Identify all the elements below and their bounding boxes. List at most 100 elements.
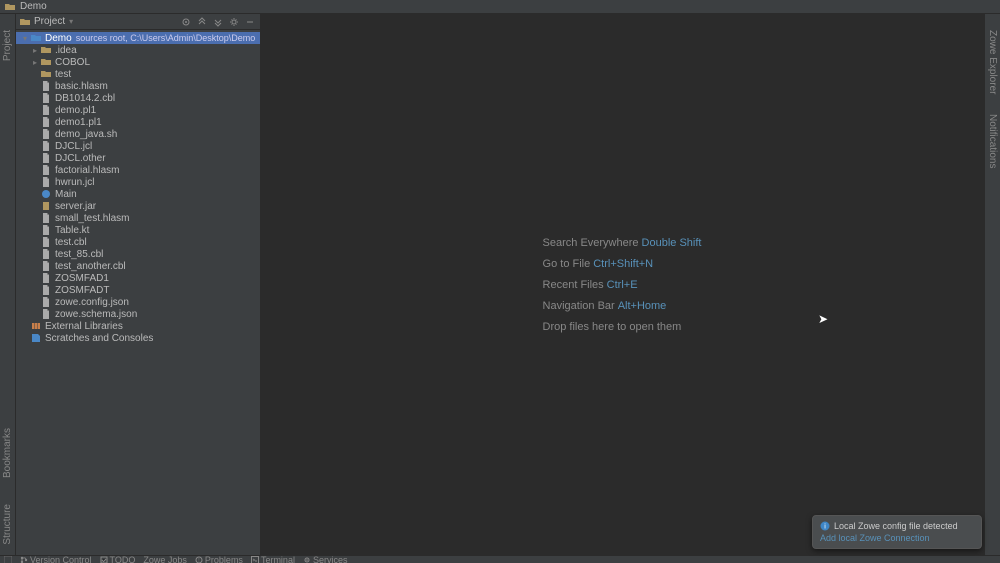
tree-file[interactable]: demo_java.sh [16, 128, 260, 140]
tree-file[interactable]: DB1014.2.cbl [16, 92, 260, 104]
tree-label: demo_java.sh [55, 129, 117, 140]
file-icon [40, 116, 52, 128]
file-icon [40, 212, 52, 224]
mouse-cursor-icon: ➤ [818, 312, 828, 326]
project-tool-label[interactable]: Project [34, 16, 65, 27]
window-titlebar: Demo [0, 0, 1000, 14]
tree-file[interactable]: DJCL.other [16, 152, 260, 164]
tree-label: server.jar [55, 201, 96, 212]
tree-file[interactable]: demo1.pl1 [16, 116, 260, 128]
file-icon [40, 308, 52, 320]
notification-popup: i Local Zowe config file detected Add lo… [812, 515, 982, 549]
status-terminal[interactable]: Terminal [251, 556, 295, 563]
file-icon [40, 296, 52, 308]
file-icon [40, 236, 52, 248]
status-zowe-jobs[interactable]: Zowe Jobs [143, 556, 187, 563]
tree-label: small_test.hlasm [55, 213, 129, 224]
file-icon [40, 260, 52, 272]
tree-file[interactable]: server.jar [16, 200, 260, 212]
notification-link[interactable]: Add local Zowe Connection [820, 533, 974, 543]
tree-scratches[interactable]: Scratches and Consoles [16, 332, 260, 344]
tree-label: Main [55, 189, 77, 200]
ribbon-notifications[interactable]: Notifications [987, 110, 998, 172]
tree-file[interactable]: ZOSMFADT [16, 284, 260, 296]
tree-label: test [55, 69, 71, 80]
tree-label: hwrun.jcl [55, 177, 94, 188]
expand-all-icon[interactable] [196, 16, 208, 28]
tree-folder-COBOL[interactable]: ▸ COBOL [16, 56, 260, 68]
tree-file[interactable]: test.cbl [16, 236, 260, 248]
tree-label: External Libraries [45, 321, 123, 332]
tree-file[interactable]: small_test.hlasm [16, 212, 260, 224]
tree-label: test_85.cbl [55, 249, 103, 260]
file-icon [40, 224, 52, 236]
tree-label: Demo [45, 33, 72, 44]
status-indicator-icon[interactable] [4, 556, 12, 563]
file-icon [40, 284, 52, 296]
status-version-control[interactable]: Version Control [20, 556, 92, 563]
status-todo[interactable]: TODO [100, 556, 136, 563]
project-tree[interactable]: ▾Demosources root, C:\Users\Admin\Deskto… [16, 14, 260, 555]
tree-file[interactable]: Main [16, 188, 260, 200]
tree-file[interactable]: test_85.cbl [16, 248, 260, 260]
file-icon [30, 32, 42, 44]
tree-file[interactable]: factorial.hlasm [16, 164, 260, 176]
svg-text:!: ! [198, 558, 199, 563]
tree-file[interactable]: test_another.cbl [16, 260, 260, 272]
tree-folder-idea[interactable]: ▸.idea [16, 44, 260, 56]
folder-icon [20, 17, 30, 27]
tree-arrow-icon[interactable]: ▸ [30, 46, 40, 55]
ribbon-project[interactable]: Project [2, 26, 13, 65]
file-icon [40, 68, 52, 80]
hide-tool-icon[interactable] [244, 16, 256, 28]
file-icon [40, 44, 52, 56]
ribbon-structure[interactable]: Structure [2, 500, 13, 549]
tree-file[interactable]: zowe.config.json [16, 296, 260, 308]
file-icon [40, 152, 52, 164]
hint-drop-files: Drop files here to open them [543, 321, 702, 333]
tree-file[interactable]: basic.hlasm [16, 80, 260, 92]
status-problems[interactable]: !Problems [195, 556, 243, 563]
tree-file[interactable]: zowe.schema.json [16, 308, 260, 320]
file-icon [40, 92, 52, 104]
ribbon-bookmarks[interactable]: Bookmarks [2, 424, 13, 482]
tree-label: demo1.pl1 [55, 117, 102, 128]
tree-file[interactable]: demo.pl1 [16, 104, 260, 116]
hint-go-to-file[interactable]: Go to FileCtrl+Shift+N [543, 258, 702, 270]
dropdown-chevron-icon[interactable]: ▾ [69, 17, 73, 26]
file-icon [40, 248, 52, 260]
tree-label: Scratches and Consoles [45, 333, 153, 344]
tree-root[interactable]: ▾Demosources root, C:\Users\Admin\Deskto… [16, 32, 260, 44]
collapse-all-icon[interactable] [212, 16, 224, 28]
file-icon [40, 56, 52, 68]
tree-file[interactable]: Table.kt [16, 224, 260, 236]
tree-external-libraries[interactable]: External Libraries [16, 320, 260, 332]
project-sidebar: ▾Demosources root, C:\Users\Admin\Deskto… [16, 14, 260, 555]
project-folder-icon [4, 1, 16, 13]
file-icon [40, 200, 52, 212]
tree-label: test.cbl [55, 237, 87, 248]
status-services[interactable]: Services [303, 556, 348, 563]
tree-label: test_another.cbl [55, 261, 126, 272]
tree-folder-test[interactable]: test [16, 68, 260, 80]
notification-title: Local Zowe config file detected [834, 521, 958, 531]
tree-file[interactable]: DJCL.jcl [16, 140, 260, 152]
tree-label: DJCL.other [55, 153, 106, 164]
settings-gear-icon[interactable] [228, 16, 240, 28]
right-tool-ribbon: Zowe Explorer Notifications [984, 14, 1000, 555]
hint-search-everywhere[interactable]: Search EverywhereDouble Shift [543, 237, 702, 249]
file-icon [40, 80, 52, 92]
hint-recent-files[interactable]: Recent FilesCtrl+E [543, 279, 702, 291]
status-bar: Version Control TODO Zowe Jobs !Problems… [0, 555, 1000, 563]
select-opened-file-icon[interactable] [180, 16, 192, 28]
tree-arrow-icon[interactable]: ▸ [30, 58, 40, 67]
hint-nav-bar[interactable]: Navigation BarAlt+Home [543, 300, 702, 312]
tree-file[interactable]: ZOSMFAD1 [16, 272, 260, 284]
tree-label: ZOSMFAD1 [55, 273, 109, 284]
ribbon-zowe-explorer[interactable]: Zowe Explorer [987, 26, 998, 98]
tree-label: COBOL [55, 57, 90, 68]
tree-arrow-icon[interactable]: ▾ [20, 34, 30, 43]
tree-label: DJCL.jcl [55, 141, 92, 152]
editor-area[interactable]: Search EverywhereDouble Shift Go to File… [260, 14, 984, 555]
tree-file[interactable]: hwrun.jcl [16, 176, 260, 188]
